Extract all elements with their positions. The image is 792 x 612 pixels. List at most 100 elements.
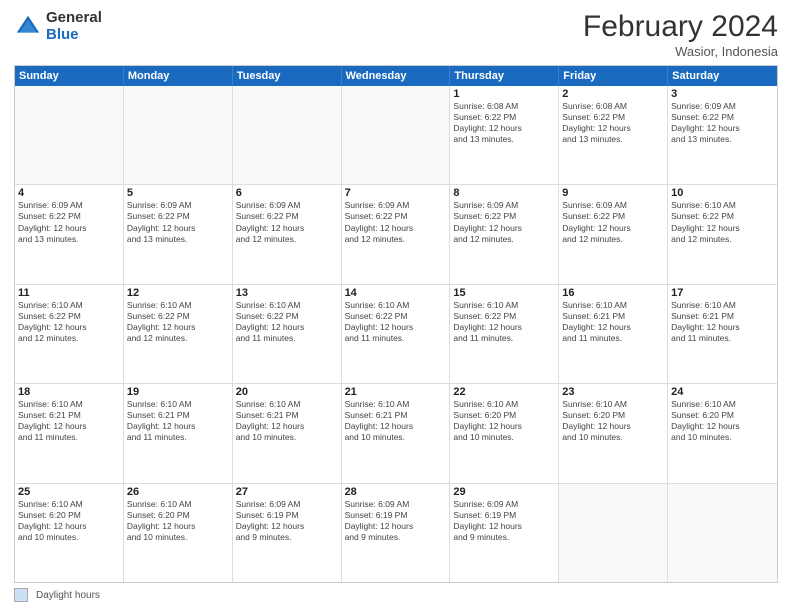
day-info: Sunrise: 6:10 AM Sunset: 6:21 PM Dayligh… — [127, 399, 229, 443]
day-info: Sunrise: 6:10 AM Sunset: 6:20 PM Dayligh… — [562, 399, 664, 443]
calendar-row-0: 1Sunrise: 6:08 AM Sunset: 6:22 PM Daylig… — [15, 86, 777, 184]
day-number: 22 — [453, 386, 555, 398]
day-info: Sunrise: 6:09 AM Sunset: 6:19 PM Dayligh… — [453, 499, 555, 543]
day-info: Sunrise: 6:09 AM Sunset: 6:22 PM Dayligh… — [453, 200, 555, 244]
day-cell-9: 9Sunrise: 6:09 AM Sunset: 6:22 PM Daylig… — [559, 185, 668, 283]
day-number: 29 — [453, 486, 555, 498]
logo-blue-text: Blue — [46, 27, 102, 44]
logo: General Blue — [14, 10, 102, 43]
day-number: 24 — [671, 386, 774, 398]
day-number: 23 — [562, 386, 664, 398]
day-cell-23: 23Sunrise: 6:10 AM Sunset: 6:20 PM Dayli… — [559, 384, 668, 482]
day-cell-27: 27Sunrise: 6:09 AM Sunset: 6:19 PM Dayli… — [233, 484, 342, 582]
header-day-friday: Friday — [559, 66, 668, 86]
day-info: Sunrise: 6:09 AM Sunset: 6:19 PM Dayligh… — [345, 499, 447, 543]
legend-box — [14, 588, 28, 602]
header-day-thursday: Thursday — [450, 66, 559, 86]
day-cell-5: 5Sunrise: 6:09 AM Sunset: 6:22 PM Daylig… — [124, 185, 233, 283]
calendar-row-3: 18Sunrise: 6:10 AM Sunset: 6:21 PM Dayli… — [15, 383, 777, 482]
legend-label: Daylight hours — [36, 590, 100, 601]
day-number: 21 — [345, 386, 447, 398]
day-info: Sunrise: 6:10 AM Sunset: 6:21 PM Dayligh… — [236, 399, 338, 443]
day-info: Sunrise: 6:09 AM Sunset: 6:19 PM Dayligh… — [236, 499, 338, 543]
day-cell-26: 26Sunrise: 6:10 AM Sunset: 6:20 PM Dayli… — [124, 484, 233, 582]
day-info: Sunrise: 6:09 AM Sunset: 6:22 PM Dayligh… — [345, 200, 447, 244]
header-day-sunday: Sunday — [15, 66, 124, 86]
day-number: 2 — [562, 88, 664, 100]
day-info: Sunrise: 6:09 AM Sunset: 6:22 PM Dayligh… — [18, 200, 120, 244]
day-number: 7 — [345, 187, 447, 199]
day-cell-21: 21Sunrise: 6:10 AM Sunset: 6:21 PM Dayli… — [342, 384, 451, 482]
day-info: Sunrise: 6:10 AM Sunset: 6:22 PM Dayligh… — [453, 300, 555, 344]
day-number: 18 — [18, 386, 120, 398]
day-info: Sunrise: 6:09 AM Sunset: 6:22 PM Dayligh… — [671, 101, 774, 145]
day-info: Sunrise: 6:09 AM Sunset: 6:22 PM Dayligh… — [127, 200, 229, 244]
day-info: Sunrise: 6:10 AM Sunset: 6:20 PM Dayligh… — [671, 399, 774, 443]
day-number: 10 — [671, 187, 774, 199]
calendar-row-4: 25Sunrise: 6:10 AM Sunset: 6:20 PM Dayli… — [15, 483, 777, 582]
day-cell-29: 29Sunrise: 6:09 AM Sunset: 6:19 PM Dayli… — [450, 484, 559, 582]
day-info: Sunrise: 6:08 AM Sunset: 6:22 PM Dayligh… — [453, 101, 555, 145]
day-cell-11: 11Sunrise: 6:10 AM Sunset: 6:22 PM Dayli… — [15, 285, 124, 383]
day-info: Sunrise: 6:10 AM Sunset: 6:21 PM Dayligh… — [671, 300, 774, 344]
day-cell-20: 20Sunrise: 6:10 AM Sunset: 6:21 PM Dayli… — [233, 384, 342, 482]
day-cell-2: 2Sunrise: 6:08 AM Sunset: 6:22 PM Daylig… — [559, 86, 668, 184]
day-cell-3: 3Sunrise: 6:09 AM Sunset: 6:22 PM Daylig… — [668, 86, 777, 184]
header-day-tuesday: Tuesday — [233, 66, 342, 86]
day-info: Sunrise: 6:10 AM Sunset: 6:21 PM Dayligh… — [18, 399, 120, 443]
day-number: 5 — [127, 187, 229, 199]
day-number: 14 — [345, 287, 447, 299]
day-info: Sunrise: 6:09 AM Sunset: 6:22 PM Dayligh… — [562, 200, 664, 244]
header-day-saturday: Saturday — [668, 66, 777, 86]
page: General Blue February 2024 Wasior, Indon… — [0, 0, 792, 612]
day-info: Sunrise: 6:10 AM Sunset: 6:22 PM Dayligh… — [345, 300, 447, 344]
title-block: February 2024 Wasior, Indonesia — [583, 10, 778, 59]
day-number: 28 — [345, 486, 447, 498]
calendar-row-1: 4Sunrise: 6:09 AM Sunset: 6:22 PM Daylig… — [15, 184, 777, 283]
day-cell-25: 25Sunrise: 6:10 AM Sunset: 6:20 PM Dayli… — [15, 484, 124, 582]
day-cell-12: 12Sunrise: 6:10 AM Sunset: 6:22 PM Dayli… — [124, 285, 233, 383]
day-info: Sunrise: 6:10 AM Sunset: 6:20 PM Dayligh… — [453, 399, 555, 443]
day-cell-10: 10Sunrise: 6:10 AM Sunset: 6:22 PM Dayli… — [668, 185, 777, 283]
day-cell-24: 24Sunrise: 6:10 AM Sunset: 6:20 PM Dayli… — [668, 384, 777, 482]
logo-text: General Blue — [46, 10, 102, 43]
day-cell-17: 17Sunrise: 6:10 AM Sunset: 6:21 PM Dayli… — [668, 285, 777, 383]
day-number: 3 — [671, 88, 774, 100]
day-info: Sunrise: 6:10 AM Sunset: 6:20 PM Dayligh… — [18, 499, 120, 543]
day-number: 1 — [453, 88, 555, 100]
day-info: Sunrise: 6:10 AM Sunset: 6:22 PM Dayligh… — [18, 300, 120, 344]
day-info: Sunrise: 6:10 AM Sunset: 6:22 PM Dayligh… — [127, 300, 229, 344]
day-cell-22: 22Sunrise: 6:10 AM Sunset: 6:20 PM Dayli… — [450, 384, 559, 482]
day-cell-14: 14Sunrise: 6:10 AM Sunset: 6:22 PM Dayli… — [342, 285, 451, 383]
day-number: 16 — [562, 287, 664, 299]
empty-cell-0-0 — [15, 86, 124, 184]
header-day-monday: Monday — [124, 66, 233, 86]
day-cell-19: 19Sunrise: 6:10 AM Sunset: 6:21 PM Dayli… — [124, 384, 233, 482]
day-cell-4: 4Sunrise: 6:09 AM Sunset: 6:22 PM Daylig… — [15, 185, 124, 283]
day-cell-1: 1Sunrise: 6:08 AM Sunset: 6:22 PM Daylig… — [450, 86, 559, 184]
day-cell-28: 28Sunrise: 6:09 AM Sunset: 6:19 PM Dayli… — [342, 484, 451, 582]
day-info: Sunrise: 6:08 AM Sunset: 6:22 PM Dayligh… — [562, 101, 664, 145]
day-info: Sunrise: 6:10 AM Sunset: 6:21 PM Dayligh… — [562, 300, 664, 344]
day-cell-7: 7Sunrise: 6:09 AM Sunset: 6:22 PM Daylig… — [342, 185, 451, 283]
header-day-wednesday: Wednesday — [342, 66, 451, 86]
day-number: 9 — [562, 187, 664, 199]
empty-cell-0-3 — [342, 86, 451, 184]
day-number: 4 — [18, 187, 120, 199]
day-number: 19 — [127, 386, 229, 398]
header: General Blue February 2024 Wasior, Indon… — [14, 10, 778, 59]
day-number: 6 — [236, 187, 338, 199]
day-info: Sunrise: 6:09 AM Sunset: 6:22 PM Dayligh… — [236, 200, 338, 244]
day-number: 13 — [236, 287, 338, 299]
day-number: 25 — [18, 486, 120, 498]
day-info: Sunrise: 6:10 AM Sunset: 6:22 PM Dayligh… — [671, 200, 774, 244]
day-number: 8 — [453, 187, 555, 199]
day-cell-6: 6Sunrise: 6:09 AM Sunset: 6:22 PM Daylig… — [233, 185, 342, 283]
footer: Daylight hours — [14, 588, 778, 602]
title-location: Wasior, Indonesia — [583, 44, 778, 59]
day-number: 26 — [127, 486, 229, 498]
day-cell-16: 16Sunrise: 6:10 AM Sunset: 6:21 PM Dayli… — [559, 285, 668, 383]
day-number: 12 — [127, 287, 229, 299]
day-number: 20 — [236, 386, 338, 398]
calendar-body: 1Sunrise: 6:08 AM Sunset: 6:22 PM Daylig… — [15, 86, 777, 582]
